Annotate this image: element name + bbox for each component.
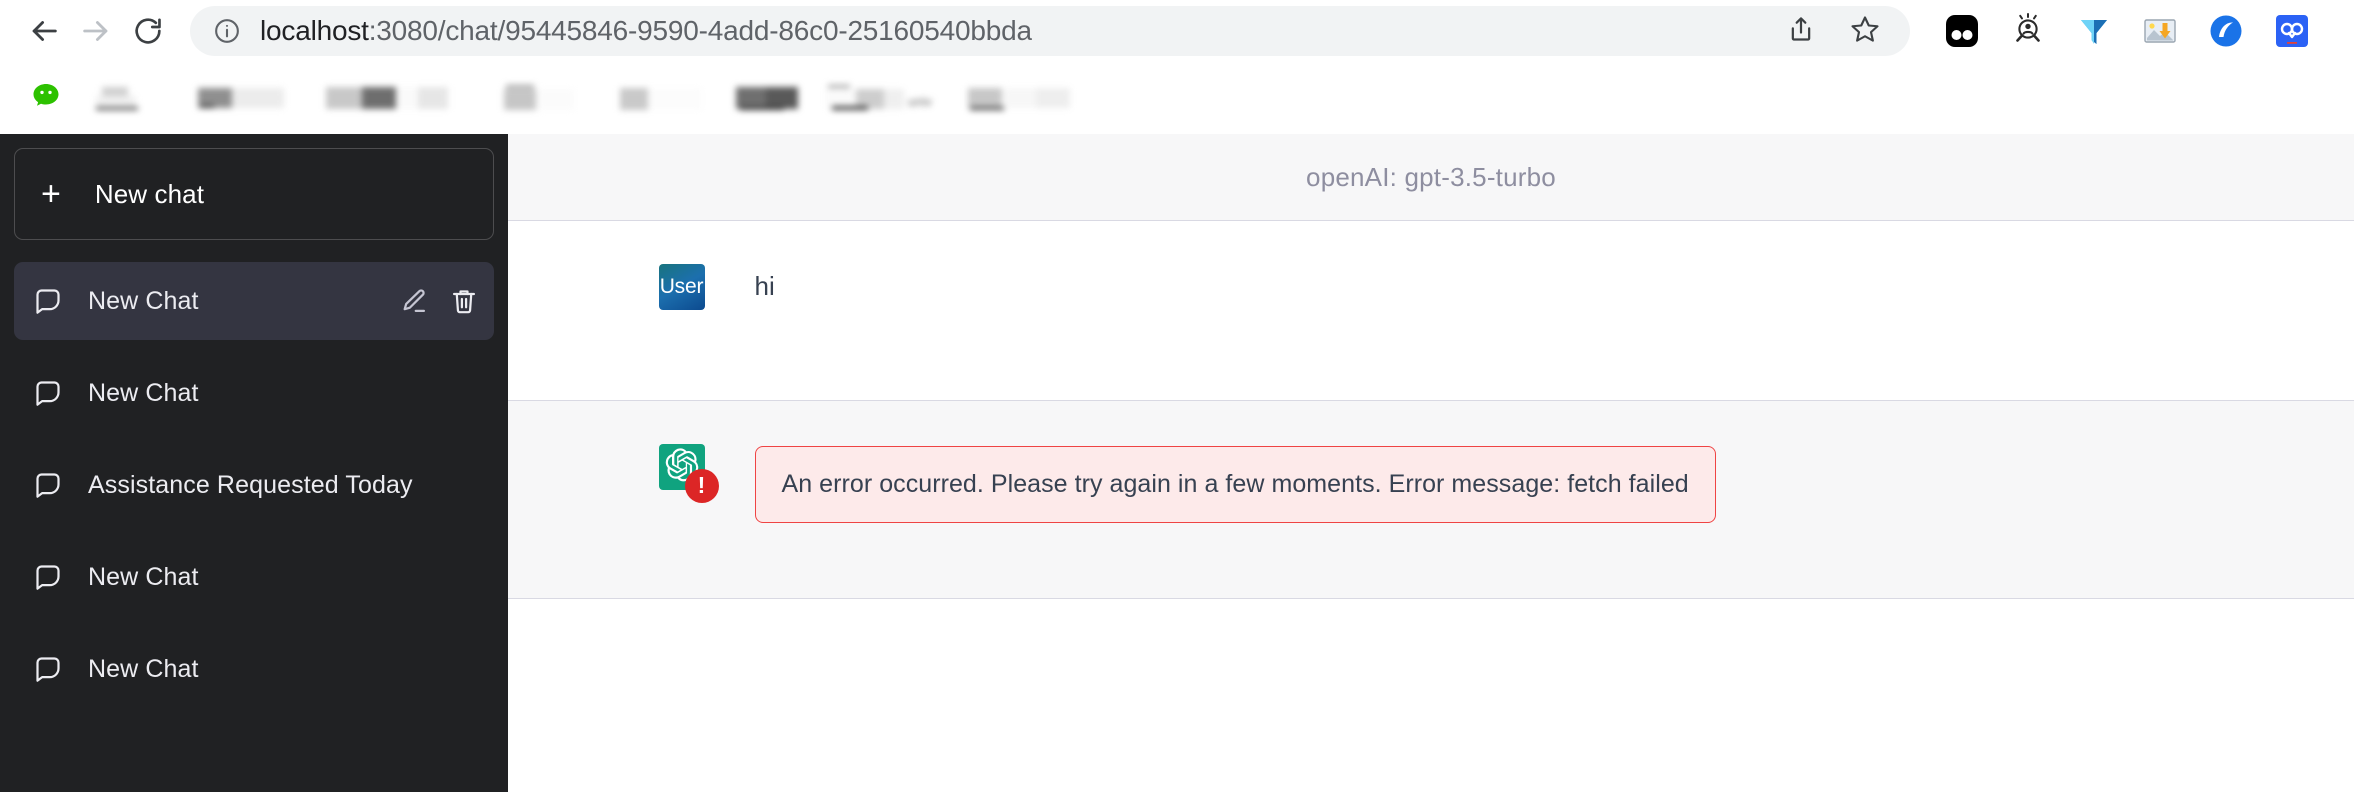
- bookmark-button[interactable]: [1842, 8, 1888, 54]
- back-arrow-icon: [27, 14, 61, 48]
- bookmark-redacted-8[interactable]: [956, 76, 1088, 120]
- forward-arrow-icon: [79, 14, 113, 48]
- bookmark-redacted-6[interactable]: [726, 76, 816, 120]
- message-bubble-icon: [34, 563, 62, 591]
- plus-icon: +: [41, 175, 61, 213]
- wave-extension-icon[interactable]: [2204, 9, 2248, 53]
- reload-icon: [132, 15, 164, 47]
- share-button[interactable]: [1778, 8, 1824, 54]
- bookmark-redacted-2[interactable]: [182, 76, 310, 120]
- new-chat-label: New chat: [94, 178, 205, 209]
- chat-item-actions: [400, 287, 478, 315]
- chat-history-list: New Chat New Chat Assistance Requested T…: [14, 262, 494, 708]
- chat-list-item-label: New Chat: [88, 654, 199, 683]
- address-bar[interactable]: localhost:3080/chat/95445846-9590-4add-8…: [190, 6, 1910, 56]
- bookmark-redacted-thumb: [614, 83, 708, 113]
- delete-chat-button[interactable]: [450, 287, 478, 315]
- message-row-assistant: ! An error occurred. Please try again in…: [508, 401, 2354, 599]
- funnel-extension-icon[interactable]: [2072, 9, 2116, 53]
- momentum-extension-icon[interactable]: [1940, 9, 1984, 53]
- message-bubble-icon: [34, 287, 62, 315]
- forward-button[interactable]: [70, 5, 122, 57]
- share-icon: [1787, 15, 1815, 48]
- chat-list-item-label: New Chat: [88, 378, 199, 407]
- browser-toolbar: localhost:3080/chat/95445846-9590-4add-8…: [0, 0, 2354, 62]
- bookmark-redacted-thumb: [196, 83, 296, 113]
- chat-sidebar: + New chat New Chat New Chat Assistance …: [0, 134, 508, 792]
- chat-main: openAI: gpt-3.5-turbo User hi ! An error…: [508, 134, 2354, 792]
- wechat-bookmark[interactable]: [18, 76, 74, 120]
- message-bubble-icon: [34, 655, 62, 683]
- error-message-box: An error occurred. Please try again in a…: [754, 446, 1716, 523]
- assistant-avatar-wrap: !: [658, 444, 719, 503]
- extensions-bar: [1940, 9, 2314, 53]
- bookmark-redacted-thumb: [736, 83, 806, 113]
- message-inner: User hi: [658, 221, 2204, 400]
- message-body: hi: [755, 264, 2204, 306]
- chat-empty-space: [508, 599, 2354, 792]
- model-label: openAI: gpt-3.5-turbo: [1306, 161, 1556, 192]
- message-bubble-icon: [34, 379, 62, 407]
- reload-button[interactable]: [122, 5, 174, 57]
- back-button[interactable]: [18, 5, 70, 57]
- chat-list-item-0[interactable]: New Chat: [14, 262, 494, 340]
- browser-chrome: localhost:3080/chat/95445846-9590-4add-8…: [0, 0, 2354, 134]
- chat-list-item-4[interactable]: New Chat: [14, 630, 494, 708]
- bookmark-redacted-thumb: univ: [826, 83, 946, 113]
- url-host: localhost: [260, 15, 369, 46]
- message-bubble-icon: [34, 471, 62, 499]
- chat-list-item-label: New Chat: [88, 562, 199, 591]
- star-icon: [1850, 14, 1880, 49]
- bookmark-redacted-5[interactable]: [596, 76, 726, 120]
- message-inner: ! An error occurred. Please try again in…: [658, 401, 2204, 598]
- bookmark-redacted-thumb: [326, 83, 462, 113]
- user-search-extension-icon[interactable]: [2006, 9, 2050, 53]
- exclamation-glyph: !: [697, 472, 706, 498]
- chat-list-item-label: New Chat: [88, 286, 199, 315]
- site-info-icon[interactable]: [212, 16, 242, 46]
- bookmarks-bar: univ: [0, 62, 2354, 134]
- chat-list-item-1[interactable]: New Chat: [14, 354, 494, 432]
- bookmark-redacted-4[interactable]: [478, 76, 596, 120]
- bookmark-redacted-1[interactable]: [74, 76, 182, 120]
- bookmark-redacted-thumb: [966, 83, 1078, 113]
- chat-list-item-2[interactable]: Assistance Requested Today: [14, 446, 494, 524]
- model-header: openAI: gpt-3.5-turbo: [508, 134, 2354, 221]
- bookmark-redacted-7[interactable]: univ: [816, 76, 956, 120]
- bookmark-redacted-thumb: [88, 83, 168, 113]
- baidu-netdisk-extension-icon[interactable]: [2270, 9, 2314, 53]
- message-row-user: User hi: [508, 221, 2354, 401]
- bookmark-redacted-3[interactable]: [310, 76, 478, 120]
- svg-text:univ: univ: [908, 94, 932, 109]
- chat-list-item-3[interactable]: New Chat: [14, 538, 494, 616]
- message-text: hi: [754, 271, 775, 301]
- new-chat-button[interactable]: + New chat: [14, 148, 494, 240]
- error-badge-icon: !: [684, 469, 719, 503]
- user-avatar-wrap: User: [658, 264, 705, 310]
- url-text: localhost:3080/chat/95445846-9590-4add-8…: [260, 15, 1032, 47]
- address-bar-actions: [1778, 8, 1888, 54]
- rename-chat-button[interactable]: [400, 287, 428, 315]
- bookmark-redacted-thumb: [494, 83, 580, 113]
- app-page: + New chat New Chat New Chat Assistance …: [0, 134, 2354, 792]
- image-download-extension-icon[interactable]: [2138, 9, 2182, 53]
- chat-list-item-label: Assistance Requested Today: [88, 470, 413, 499]
- error-message-text: An error occurred. Please try again in a…: [781, 470, 1689, 498]
- url-path: :3080/chat/95445846-9590-4add-86c0-25160…: [368, 15, 1032, 46]
- avatar: User: [658, 264, 705, 310]
- wechat-icon: [30, 80, 62, 117]
- message-body: An error occurred. Please try again in a…: [754, 444, 2204, 523]
